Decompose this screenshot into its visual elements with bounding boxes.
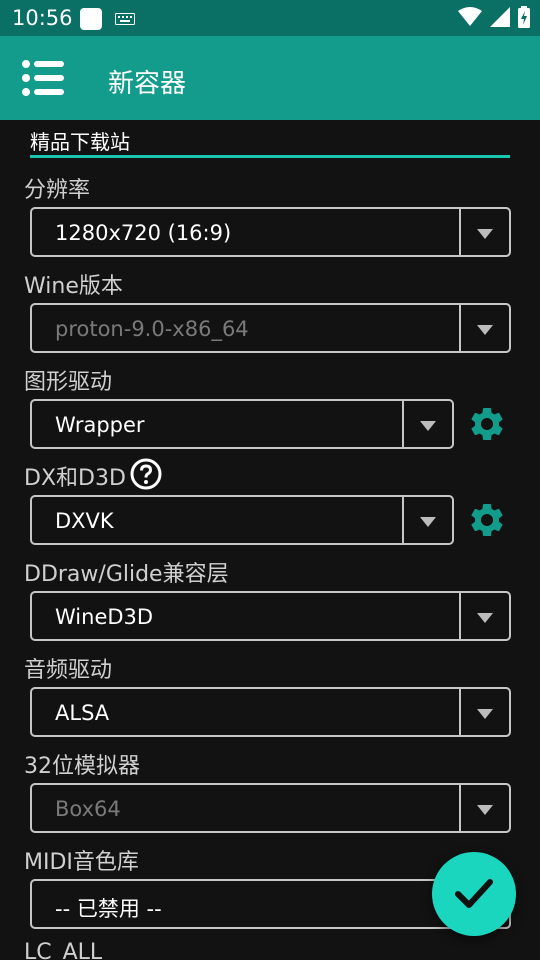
dx-settings-gear-icon[interactable] xyxy=(467,500,507,540)
graphics-driver-value: Wrapper xyxy=(55,413,145,437)
midi-soundfont-label: MIDI音色库 xyxy=(24,850,139,875)
dropdown-arrow-icon[interactable] xyxy=(420,421,436,431)
dropdown-arrow-icon[interactable] xyxy=(477,229,493,239)
wine-version-select[interactable]: proton-9.0-x86_64 xyxy=(30,303,511,353)
ddraw-select[interactable]: WineD3D xyxy=(30,591,511,641)
select-divider xyxy=(459,305,461,351)
audio-driver-value: ALSA xyxy=(55,701,110,725)
select-divider xyxy=(459,593,461,639)
notification-icon xyxy=(80,8,102,30)
status-bar: 10:56 xyxy=(0,0,540,36)
dropdown-arrow-icon[interactable] xyxy=(477,709,493,719)
battery-icon xyxy=(518,6,530,28)
name-input-underline xyxy=(30,155,510,158)
audio-driver-label: 音频驱动 xyxy=(24,658,113,683)
wifi-icon xyxy=(458,7,482,26)
emulator-label: 32位模拟器 xyxy=(24,754,140,779)
resolution-select[interactable]: 1280x720 (16:9) xyxy=(30,207,511,257)
select-divider xyxy=(459,689,461,735)
select-divider xyxy=(459,209,461,255)
keyboard-icon xyxy=(115,13,135,25)
resolution-label: 分辨率 xyxy=(24,178,91,203)
help-icon[interactable] xyxy=(130,458,162,490)
dropdown-arrow-icon[interactable] xyxy=(420,517,436,527)
graphics-driver-select[interactable]: Wrapper xyxy=(30,399,454,449)
confirm-fab-button[interactable] xyxy=(432,852,516,936)
graphics-driver-label: 图形驱动 xyxy=(24,370,113,395)
app-bar: 新容器 xyxy=(0,36,540,120)
form-content[interactable]: 精品下载站 分辨率 1280x720 (16:9) Wine版本 proton-… xyxy=(0,120,540,960)
lc-all-label: LC_ALL xyxy=(24,940,103,960)
dropdown-arrow-icon[interactable] xyxy=(477,613,493,623)
dropdown-arrow-icon[interactable] xyxy=(477,325,493,335)
graphics-settings-gear-icon[interactable] xyxy=(467,404,507,444)
status-time: 10:56 xyxy=(12,6,73,30)
container-name-value[interactable]: 精品下载站 xyxy=(30,130,130,154)
audio-driver-select[interactable]: ALSA xyxy=(30,687,511,737)
midi-soundfont-value: -- 已禁用 -- xyxy=(55,897,162,921)
resolution-value: 1280x720 (16:9) xyxy=(55,221,232,245)
ddraw-value: WineD3D xyxy=(55,605,154,629)
signal-icon xyxy=(490,7,510,27)
select-divider xyxy=(459,785,461,831)
select-divider xyxy=(402,401,404,447)
select-divider xyxy=(402,497,404,543)
wine-version-label: Wine版本 xyxy=(24,274,123,299)
emulator-value: Box64 xyxy=(55,797,121,821)
dx-d3d-select[interactable]: DXVK xyxy=(30,495,454,545)
container-name-input[interactable]: 精品下载站 xyxy=(30,126,510,158)
page-title: 新容器 xyxy=(108,69,187,99)
menu-icon[interactable] xyxy=(22,58,64,98)
dx-d3d-label: DX和D3D xyxy=(24,466,126,491)
dropdown-arrow-icon[interactable] xyxy=(477,805,493,815)
wine-version-value: proton-9.0-x86_64 xyxy=(55,317,249,341)
dx-d3d-value: DXVK xyxy=(55,509,114,533)
check-icon xyxy=(455,879,493,908)
ddraw-label: DDraw/Glide兼容层 xyxy=(24,562,229,587)
emulator-select[interactable]: Box64 xyxy=(30,783,511,833)
